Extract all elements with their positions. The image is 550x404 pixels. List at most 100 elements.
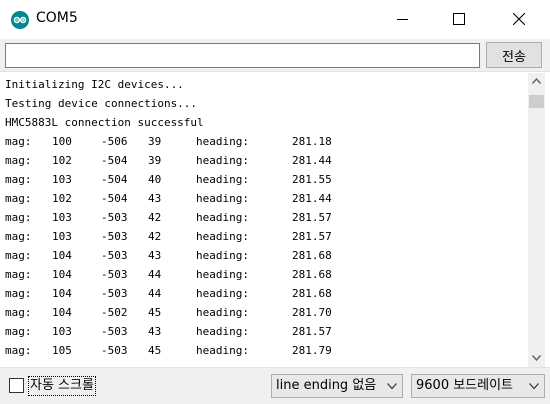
console-cell: 104	[52, 287, 72, 300]
console-row: mag: 103 -503 42 heading: 281.57	[5, 208, 525, 227]
console-cell: -503	[101, 230, 128, 243]
close-button[interactable]	[496, 0, 542, 39]
serial-output[interactable]: Initializing I2C devices... Testing devic…	[0, 73, 528, 367]
console-cell: 43	[148, 325, 162, 338]
window-title: COM5	[36, 10, 78, 26]
scroll-up-button[interactable]	[528, 73, 545, 90]
console-cell: 105	[52, 344, 72, 357]
console-cell: 281.57	[292, 211, 332, 224]
console-cell: 281.57	[292, 230, 332, 243]
vertical-scrollbar[interactable]	[528, 73, 545, 367]
console-row: mag: 104 -502 45 heading: 281.70	[5, 303, 525, 322]
send-input[interactable]	[5, 43, 480, 68]
maximize-button[interactable]	[436, 0, 482, 39]
console-cell: 44	[148, 268, 162, 281]
scroll-down-button[interactable]	[528, 350, 545, 367]
arduino-icon	[11, 11, 29, 29]
console-cell: -504	[101, 173, 128, 186]
console-cell: -504	[101, 192, 128, 205]
console-row: mag: 104 -503 44 heading: 281.68	[5, 284, 525, 303]
minimize-button[interactable]	[380, 0, 426, 39]
console-cell: 103	[52, 230, 72, 243]
console-cell: mag:	[5, 344, 32, 357]
console-cell: heading:	[196, 344, 249, 357]
autoscroll-checkbox[interactable]	[9, 378, 24, 393]
console-cell: heading:	[196, 249, 249, 262]
console-cell: -503	[101, 287, 128, 300]
console-line: HMC5883L connection successful	[5, 116, 204, 129]
send-button[interactable]: 전송	[486, 42, 542, 68]
console-cell: mag:	[5, 287, 32, 300]
console-cell: 104	[52, 268, 72, 281]
console-cell: 43	[148, 192, 162, 205]
console-cell: 281.18	[292, 135, 332, 148]
line-ending-select[interactable]: line ending 없음	[271, 374, 403, 398]
baud-rate-select[interactable]: 9600 보드레이트	[411, 374, 545, 398]
console-cell: -503	[101, 249, 128, 262]
scrollbar-thumb[interactable]	[529, 95, 544, 108]
console-cell: mag:	[5, 173, 32, 186]
console-cell: mag:	[5, 268, 32, 281]
console-cell: heading:	[196, 306, 249, 319]
console-row: mag: 103 -503 42 heading: 281.57	[5, 227, 525, 246]
console-cell: mag:	[5, 325, 32, 338]
console-row: mag: 105 -503 45 heading: 281.79	[5, 341, 525, 360]
chevron-down-icon	[532, 355, 541, 361]
console-cell: 281.44	[292, 154, 332, 167]
console-cell: heading:	[196, 325, 249, 338]
console-row: mag: 103 -504 40 heading: 281.55	[5, 170, 525, 189]
maximize-icon	[453, 13, 465, 25]
console-cell: -502	[101, 306, 128, 319]
console-cell: heading:	[196, 230, 249, 243]
console-cell: 281.79	[292, 344, 332, 357]
console-cell: mag:	[5, 154, 32, 167]
console-cell: 281.57	[292, 325, 332, 338]
console-cell: -503	[101, 268, 128, 281]
console-cell: 39	[148, 135, 162, 148]
console-line: Testing device connections...	[5, 97, 198, 110]
console-cell: 100	[52, 135, 72, 148]
chevron-up-icon	[532, 78, 541, 84]
console-cell: 103	[52, 173, 72, 186]
console-cell: mag:	[5, 249, 32, 262]
console-cell: 102	[52, 192, 72, 205]
console-cell: -503	[101, 325, 128, 338]
console-cell: 40	[148, 173, 162, 186]
chevron-down-icon	[529, 383, 539, 390]
console-cell: mag:	[5, 230, 32, 243]
console-row: mag: 102 -504 43 heading: 281.44	[5, 189, 525, 208]
autoscroll-label[interactable]: 자동 스크롤	[28, 376, 96, 396]
console-cell: 104	[52, 249, 72, 262]
console-cell: 44	[148, 287, 162, 300]
console-cell: 281.44	[292, 192, 332, 205]
console-line: Initializing I2C devices...	[5, 78, 184, 91]
console-cell: heading:	[196, 173, 249, 186]
console-cell: 281.68	[292, 249, 332, 262]
console-cell: mag:	[5, 192, 32, 205]
send-toolbar: 전송	[0, 39, 550, 72]
status-bar: 자동 스크롤 line ending 없음 9600 보드레이트	[0, 367, 550, 404]
console-row: mag: 104 -503 43 heading: 281.68	[5, 246, 525, 265]
console-cell: mag:	[5, 135, 32, 148]
console-cell: -503	[101, 211, 128, 224]
console-cell: mag:	[5, 211, 32, 224]
close-icon	[513, 13, 525, 25]
chevron-down-icon	[387, 383, 397, 390]
console-cell: 42	[148, 211, 162, 224]
console-row: mag: 104 -503 44 heading: 281.68	[5, 265, 525, 284]
console-cell: 281.55	[292, 173, 332, 186]
title-bar: COM5	[0, 0, 550, 39]
console-cell: heading:	[196, 211, 249, 224]
console-cell: -504	[101, 154, 128, 167]
console-cell: heading:	[196, 287, 249, 300]
console-cell: mag:	[5, 306, 32, 319]
console-row: mag: 100 -506 39 heading: 281.18	[5, 132, 525, 151]
console-cell: heading:	[196, 135, 249, 148]
console-cell: 281.68	[292, 268, 332, 281]
console-row: mag: 103 -503 43 heading: 281.57	[5, 322, 525, 341]
console-cell: 42	[148, 230, 162, 243]
console-cell: 104	[52, 306, 72, 319]
console-cell: 43	[148, 249, 162, 262]
console-row: mag: 102 -504 39 heading: 281.44	[5, 151, 525, 170]
console-cell: heading:	[196, 154, 249, 167]
